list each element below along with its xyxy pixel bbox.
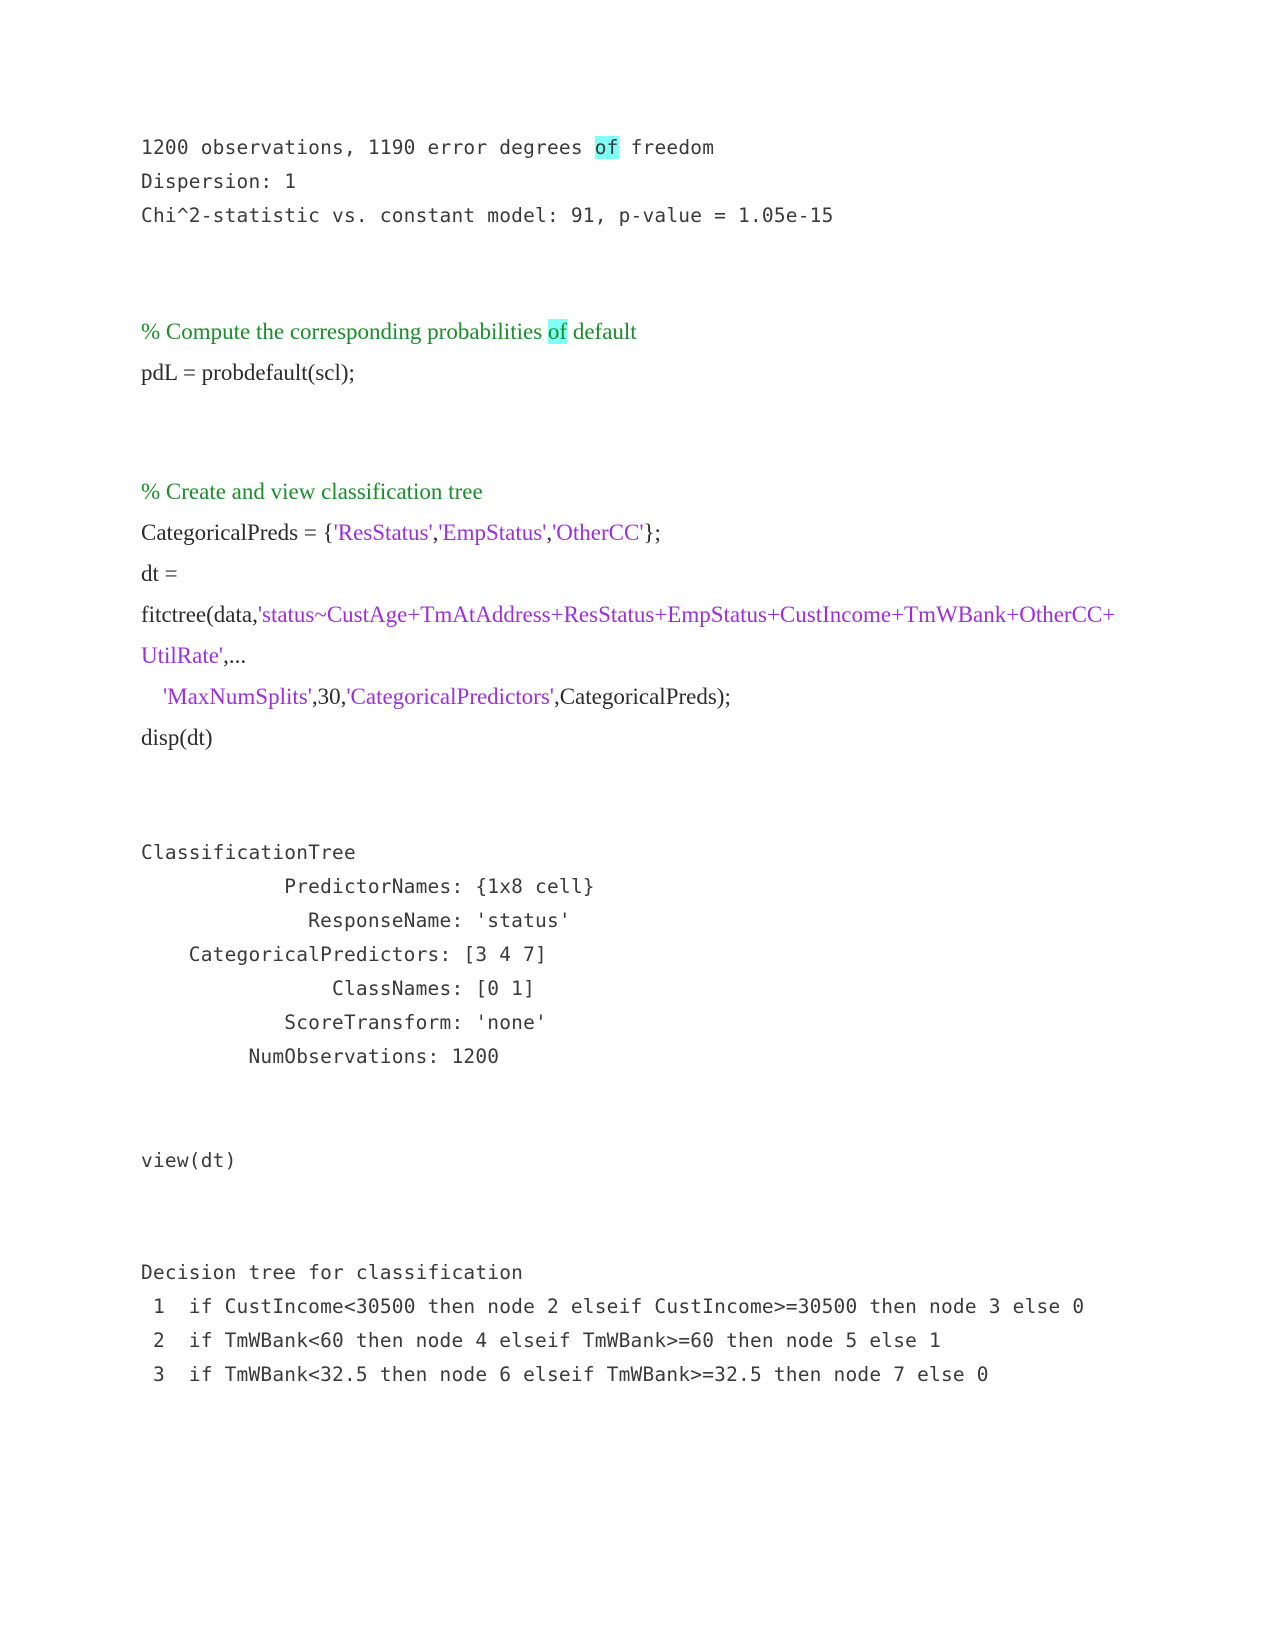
decision-tree-node-line: 2 if TmWBank<60 then node 4 elseif TmWBa… — [141, 1329, 941, 1352]
tree-property-row: ClassNames: [0 1] — [141, 977, 536, 1000]
stats-line-chisq: Chi^2-statistic vs. constant model: 91, … — [141, 204, 834, 227]
decision-tree-header: Decision tree for classification — [141, 1261, 524, 1284]
option-name-categoricalpredictors: 'CategoricalPredictors' — [346, 684, 554, 709]
probdefault-block: % Compute the corresponding probabilitie… — [141, 311, 1121, 393]
stats-observations-pre: 1200 observations, 1190 error degrees — [141, 136, 595, 159]
stats-line-dispersion: Dispersion: 1 — [141, 170, 297, 193]
decision-tree-node-line: 1 if CustIncome<30500 then node 2 elseif… — [141, 1295, 1085, 1318]
stats-line-observations: 1200 observations, 1190 error degrees of… — [141, 131, 1121, 165]
option-value-30: ,30, — [311, 684, 347, 709]
tree-property-row: NumObservations: 1200 — [141, 1045, 500, 1068]
decision-tree-node-line: 3 if TmWBank<32.5 then node 6 elseif TmW… — [141, 1363, 989, 1386]
catpreds-string-empstatus: 'EmpStatus' — [438, 520, 547, 545]
categorical-preds-line: CategoricalPreds = {'ResStatus','EmpStat… — [141, 512, 1121, 553]
probdefault-code-line: pdL = probdefault(scl); — [141, 360, 355, 385]
tree-section-comment: % Create and view classification tree — [141, 479, 483, 504]
view-dt-line: view(dt) — [141, 1149, 237, 1172]
decision-tree-output-block: Decision tree for classification 1 if Cu… — [141, 1256, 1121, 1392]
fitctree-call-line: fitctree(data,'status~CustAge+TmAtAddres… — [141, 594, 1121, 676]
document-content: 1200 observations, 1190 error degrees of… — [141, 131, 1121, 1392]
probdefault-comment-pre: % Compute the corresponding probabilitie… — [141, 319, 548, 344]
probdefault-comment: % Compute the corresponding probabilitie… — [141, 311, 1121, 352]
fitctree-continuation: ,... — [223, 643, 247, 668]
tree-output-header: ClassificationTree — [141, 841, 356, 864]
catpreds-string-resstatus: 'ResStatus' — [333, 520, 433, 545]
fitctree-formula-string: 'status~CustAge+TmAtAddress+ResStatus+Em… — [141, 602, 1116, 668]
classification-tree-properties-output: ClassificationTree PredictorNames: {1x8 … — [141, 836, 1121, 1074]
stats-observations-post: freedom — [618, 136, 715, 159]
fitctree-prefix: fitctree(data, — [141, 602, 258, 627]
fitctree-options-line: 'MaxNumSplits',30,'CategoricalPredictors… — [141, 676, 1121, 717]
option-value-categoricalpreds: ,CategoricalPreds); — [553, 684, 731, 709]
stats-output-block: 1200 observations, 1190 error degrees of… — [141, 131, 1121, 233]
option-name-maxnumsplits: 'MaxNumSplits' — [163, 684, 312, 709]
probdefault-comment-highlight: of — [547, 319, 568, 344]
probdefault-comment-post: default — [567, 319, 637, 344]
stats-observations-highlight: of — [594, 136, 619, 159]
disp-dt-line: disp(dt) — [141, 725, 213, 750]
view-command-block: view(dt) — [141, 1144, 1121, 1178]
tree-property-row: CategoricalPredictors: [3 4 7] — [141, 943, 547, 966]
dt-assignment-line: dt = — [141, 561, 178, 586]
catpreds-suffix: }; — [643, 520, 661, 545]
catpreds-string-othercc: 'OtherCC' — [552, 520, 644, 545]
tree-property-row: ResponseName: 'status' — [141, 909, 571, 932]
classification-tree-code-block: % Create and view classification tree Ca… — [141, 471, 1121, 758]
tree-property-row: PredictorNames: {1x8 cell} — [141, 875, 595, 898]
catpreds-prefix: CategoricalPreds = { — [141, 520, 334, 545]
document-page: 1200 observations, 1190 error degrees of… — [0, 0, 1275, 1651]
tree-property-row: ScoreTransform: 'none' — [141, 1011, 547, 1034]
